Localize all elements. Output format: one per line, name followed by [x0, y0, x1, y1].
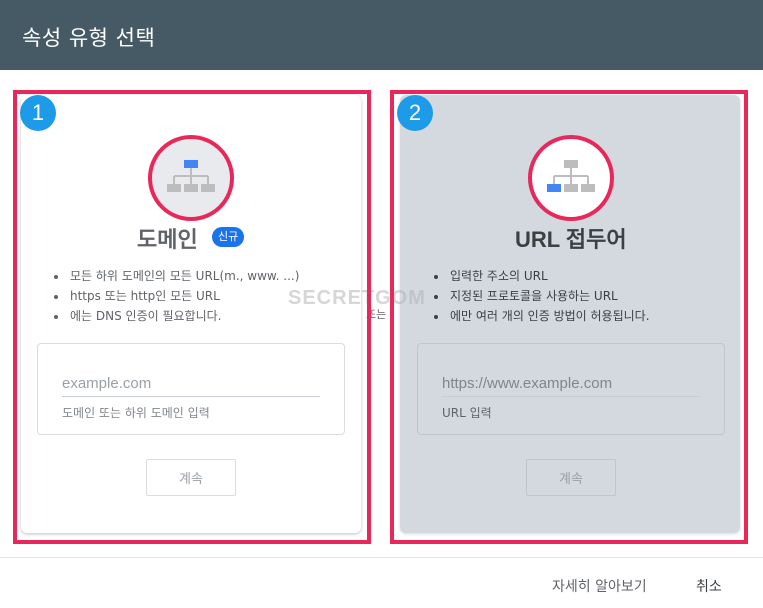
domain-input[interactable] [62, 370, 320, 397]
url-prefix-input-box: URL 입력 [417, 343, 725, 435]
footer-divider [0, 557, 763, 558]
url-prefix-icon-circle [528, 135, 614, 221]
sitemap-icon [547, 160, 595, 192]
domain-card-title: 도메인 [137, 227, 198, 252]
new-badge: 신규 [212, 227, 245, 247]
list-item: 에만 여러 개의 인증 방법이 허용됩니다. [448, 306, 650, 326]
list-item: https 또는 http인 모든 URL [68, 286, 299, 306]
domain-icon-circle [148, 135, 234, 221]
url-prefix-card-title: URL 접두어 [515, 227, 627, 252]
url-prefix-feature-list: 입력한 주소의 URL 지정된 프로토콜을 사용하는 URL 에만 여러 개의 … [428, 266, 650, 326]
list-item: 에는 DNS 인증이 필요합니다. [68, 306, 299, 326]
list-item: 지정된 프로토콜을 사용하는 URL [448, 286, 650, 306]
domain-input-box: 도메인 또는 하위 도메인 입력 [37, 343, 345, 435]
domain-continue-button[interactable]: 계속 [146, 459, 236, 496]
step-badge-1: 1 [20, 95, 56, 131]
url-prefix-input-helper: URL 입력 [442, 406, 492, 420]
url-prefix-continue-button[interactable]: 계속 [526, 459, 616, 496]
list-item: 모든 하위 도메인의 모든 URL(m., www. ...) [68, 266, 299, 286]
domain-input-helper: 도메인 또는 하위 도메인 입력 [62, 406, 210, 420]
domain-feature-list: 모든 하위 도메인의 모든 URL(m., www. ...) https 또는… [48, 266, 299, 326]
step-badge-2: 2 [397, 95, 433, 131]
dialog-header: 속성 유형 선택 [0, 0, 763, 70]
sitemap-icon [167, 160, 215, 192]
learn-more-button[interactable]: 자세히 알아보기 [552, 576, 647, 596]
list-item: 입력한 주소의 URL [448, 266, 650, 286]
watermark: SECRETGOM [288, 287, 426, 309]
dialog-title: 속성 유형 선택 [22, 26, 156, 50]
url-prefix-input[interactable] [442, 370, 700, 397]
cancel-button[interactable]: 취소 [696, 576, 722, 596]
